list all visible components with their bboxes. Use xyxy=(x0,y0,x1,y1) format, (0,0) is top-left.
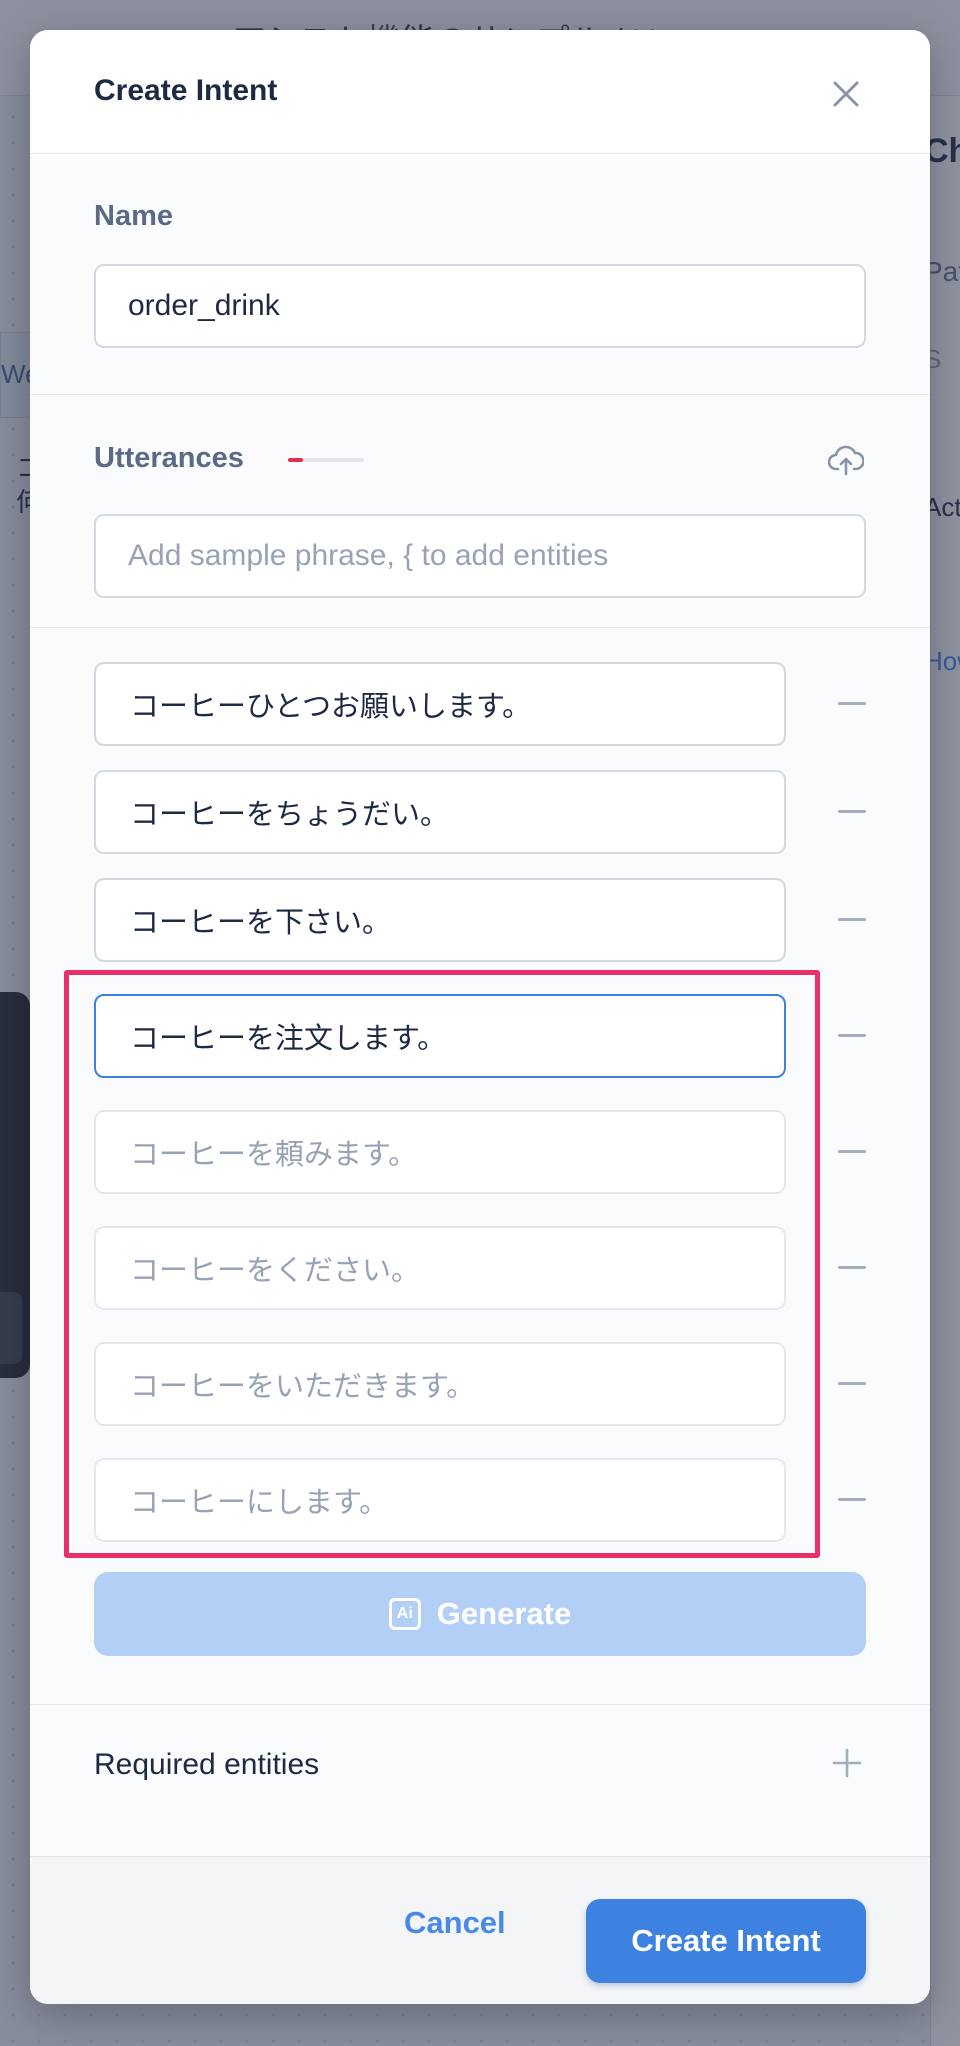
dialog-header: Create Intent xyxy=(30,30,930,154)
generate-button[interactable]: Ai Generate xyxy=(94,1572,866,1656)
close-icon xyxy=(833,81,859,107)
utterances-label: Utterances xyxy=(94,442,244,474)
utterance-input[interactable] xyxy=(94,878,786,962)
utterance-input[interactable] xyxy=(94,662,786,746)
required-entities-label: Required entities xyxy=(94,1748,320,1781)
section-divider xyxy=(30,1704,930,1705)
utterance-input-focused[interactable] xyxy=(94,994,786,1078)
utterance-row xyxy=(94,662,886,746)
close-button[interactable] xyxy=(826,74,866,114)
plus-icon xyxy=(832,1748,862,1778)
generate-button-label: Generate xyxy=(436,1596,572,1631)
create-intent-button[interactable]: Create Intent xyxy=(586,1899,866,1983)
suggested-utterance-input[interactable] xyxy=(94,1342,786,1426)
remove-utterance-button[interactable] xyxy=(834,1024,870,1048)
utterance-input[interactable] xyxy=(94,770,786,854)
name-label: Name xyxy=(94,200,173,232)
section-divider xyxy=(30,394,930,395)
suggested-utterance-input[interactable] xyxy=(94,1458,786,1542)
remove-utterance-button[interactable] xyxy=(834,692,870,716)
add-required-entity-button[interactable] xyxy=(830,1746,864,1780)
utterances-progress-fill xyxy=(288,458,304,462)
remove-utterance-button[interactable] xyxy=(834,1140,870,1164)
name-input[interactable] xyxy=(94,264,866,348)
remove-utterance-button[interactable] xyxy=(834,1372,870,1396)
utterance-row xyxy=(94,994,886,1078)
remove-utterance-button[interactable] xyxy=(834,800,870,824)
create-intent-dialog: Create Intent Name Utterances xyxy=(30,30,930,2004)
utterance-row xyxy=(94,1226,886,1310)
suggested-utterance-input[interactable] xyxy=(94,1110,786,1194)
remove-utterance-button[interactable] xyxy=(834,908,870,932)
new-utterance-input[interactable] xyxy=(94,514,866,598)
suggested-utterance-input[interactable] xyxy=(94,1226,786,1310)
utterance-row xyxy=(94,1458,886,1542)
remove-utterance-button[interactable] xyxy=(834,1488,870,1512)
cloud-upload-icon xyxy=(827,445,865,476)
dialog-title: Create Intent xyxy=(94,74,278,107)
utterance-row xyxy=(94,770,886,854)
upload-utterances-button[interactable] xyxy=(827,442,865,478)
utterances-progress-bar xyxy=(288,458,364,462)
remove-utterance-button[interactable] xyxy=(834,1256,870,1280)
cancel-button[interactable]: Cancel xyxy=(404,1905,506,1941)
ai-icon: Ai xyxy=(388,1598,421,1630)
dialog-footer: Cancel Create Intent xyxy=(30,1856,930,2004)
section-divider xyxy=(30,627,930,628)
utterance-row xyxy=(94,878,886,962)
utterance-row xyxy=(94,1110,886,1194)
utterance-row xyxy=(94,1342,886,1426)
